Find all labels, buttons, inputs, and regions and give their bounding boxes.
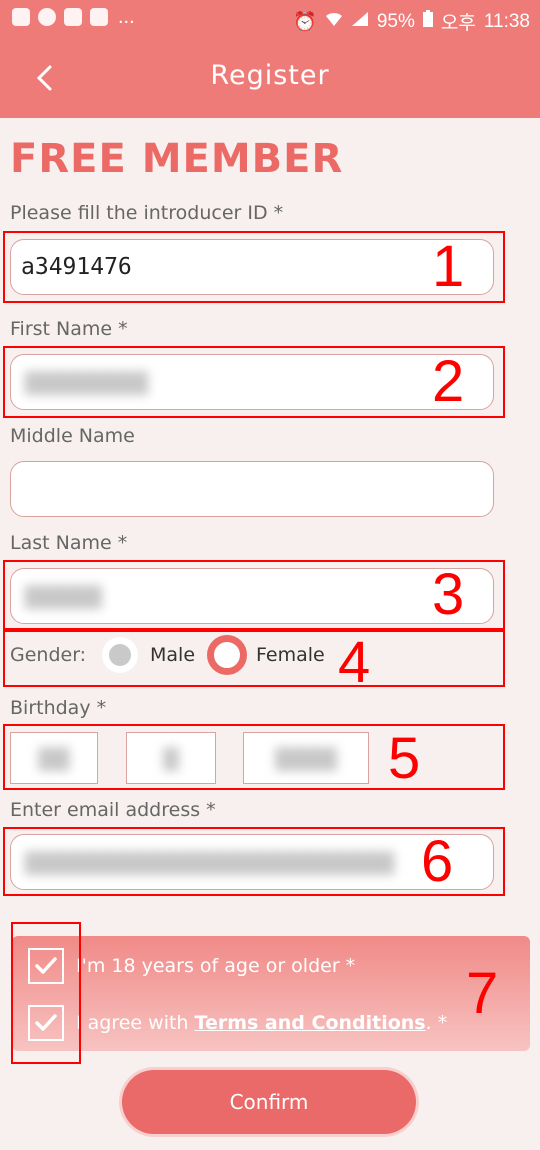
email-label: Enter email address * (10, 799, 216, 821)
middle-name-input[interactable] (11, 462, 493, 516)
wifi-icon (325, 11, 343, 33)
alarm-icon: ⏰ (293, 11, 317, 33)
battery-percent: 95% (376, 10, 415, 32)
battery-icon (422, 10, 433, 33)
annotation-box-5 (3, 724, 505, 790)
annotation-number-5: 5 (388, 726, 421, 791)
middle-name-label: Middle Name (10, 425, 135, 447)
status-right: ⏰ 95% 오후 11:38 (293, 8, 530, 35)
gender-male-radio[interactable] (102, 637, 138, 673)
annotation-number-7: 7 (466, 961, 499, 1026)
more-notifications: ... (118, 6, 135, 28)
gender-female-label: Female (256, 644, 325, 666)
annotation-number-2: 2 (432, 349, 465, 414)
annotation-box-2 (3, 346, 505, 418)
form-heading: FREE MEMBER (10, 136, 344, 182)
notification-icons: ... (12, 6, 135, 28)
annotation-box-7 (11, 922, 81, 1064)
terms-link[interactable]: Terms and Conditions (195, 1012, 426, 1034)
annotation-number-6: 6 (421, 829, 454, 894)
annotation-number-3: 3 (432, 562, 465, 627)
annotation-box-3 (3, 560, 505, 630)
annotation-box-1 (3, 231, 505, 303)
gender-label: Gender: (10, 644, 87, 666)
chat-notification-icon (38, 8, 56, 26)
annotation-number-4: 4 (338, 630, 371, 695)
birthday-label: Birthday * (10, 697, 107, 719)
signal-icon (351, 11, 369, 33)
terms-suffix: . * (425, 1012, 448, 1034)
age-confirm-text: I'm 18 years of age or older * (76, 955, 356, 977)
clock: 11:38 (483, 10, 530, 32)
status-bar: ... ⏰ 95% 오후 11:38 (0, 0, 540, 38)
gender-male-label: Male (150, 644, 196, 666)
middle-name-field[interactable] (10, 461, 494, 517)
last-name-label: Last Name * (10, 532, 128, 554)
app-notification-icon (12, 8, 30, 26)
terms-prefix: I agree with (76, 1012, 195, 1034)
annotation-number-1: 1 (432, 234, 465, 299)
introducer-label: Please fill the introducer ID * (10, 202, 284, 224)
am-pm: 오후 (440, 13, 476, 34)
page-title: Register (210, 60, 330, 91)
app-header: Register (0, 38, 540, 118)
confirm-button[interactable]: Confirm (122, 1070, 416, 1134)
cloud-notification-icon (90, 8, 108, 26)
first-name-label: First Name * (10, 318, 128, 340)
terms-text: I agree with Terms and Conditions. * (76, 1012, 447, 1034)
cloud-notification-icon (64, 8, 82, 26)
gender-female-radio[interactable] (207, 635, 247, 675)
